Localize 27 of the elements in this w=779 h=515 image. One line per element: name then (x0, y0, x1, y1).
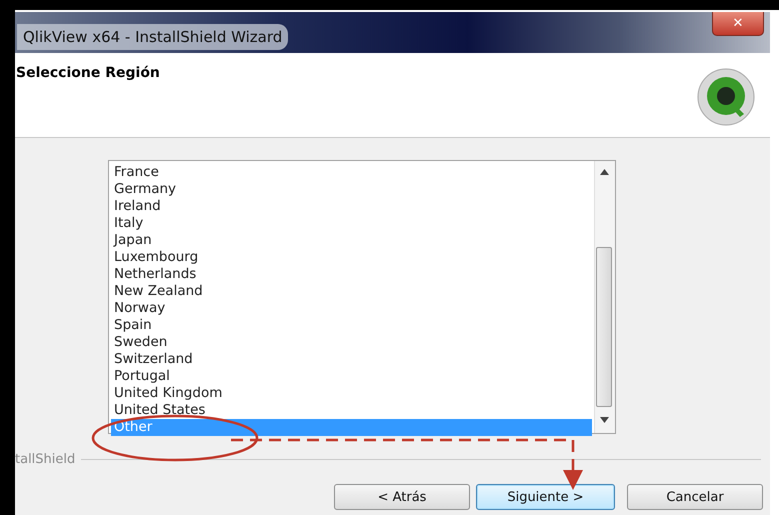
close-button[interactable]: ✕ (712, 12, 764, 36)
list-item[interactable]: Netherlands (111, 266, 592, 283)
cancel-button[interactable]: Cancelar (627, 484, 763, 510)
list-item[interactable]: Ireland (111, 198, 592, 215)
list-item[interactable]: United Kingdom (111, 385, 592, 402)
scroll-thumb[interactable] (596, 247, 612, 407)
list-item[interactable]: Japan (111, 232, 592, 249)
scroll-down-icon[interactable] (600, 417, 609, 423)
list-item[interactable]: Germany (111, 181, 592, 198)
scrollbar[interactable] (594, 161, 615, 433)
window-title: QlikView x64 - InstallShield Wizard (17, 24, 288, 50)
list-item[interactable]: New Zealand (111, 283, 592, 300)
list-item[interactable]: Spain (111, 317, 592, 334)
brand-label: tallShield (15, 452, 76, 467)
list-item[interactable]: Norway (111, 300, 592, 317)
scroll-up-icon[interactable] (600, 169, 609, 175)
list-item[interactable]: France (111, 164, 592, 181)
next-button[interactable]: Siguiente > (476, 484, 615, 510)
list-item[interactable]: Italy (111, 215, 592, 232)
list-item[interactable]: Portugal (111, 368, 592, 385)
list-item[interactable]: Sweden (111, 334, 592, 351)
back-button[interactable]: < Atrás (334, 484, 470, 510)
list-item[interactable]: United States (111, 402, 592, 419)
list-item[interactable]: Luxembourg (111, 249, 592, 266)
logo-icon (696, 67, 756, 127)
page-title: Seleccione Región (16, 65, 160, 83)
list-item[interactable]: Switzerland (111, 351, 592, 368)
